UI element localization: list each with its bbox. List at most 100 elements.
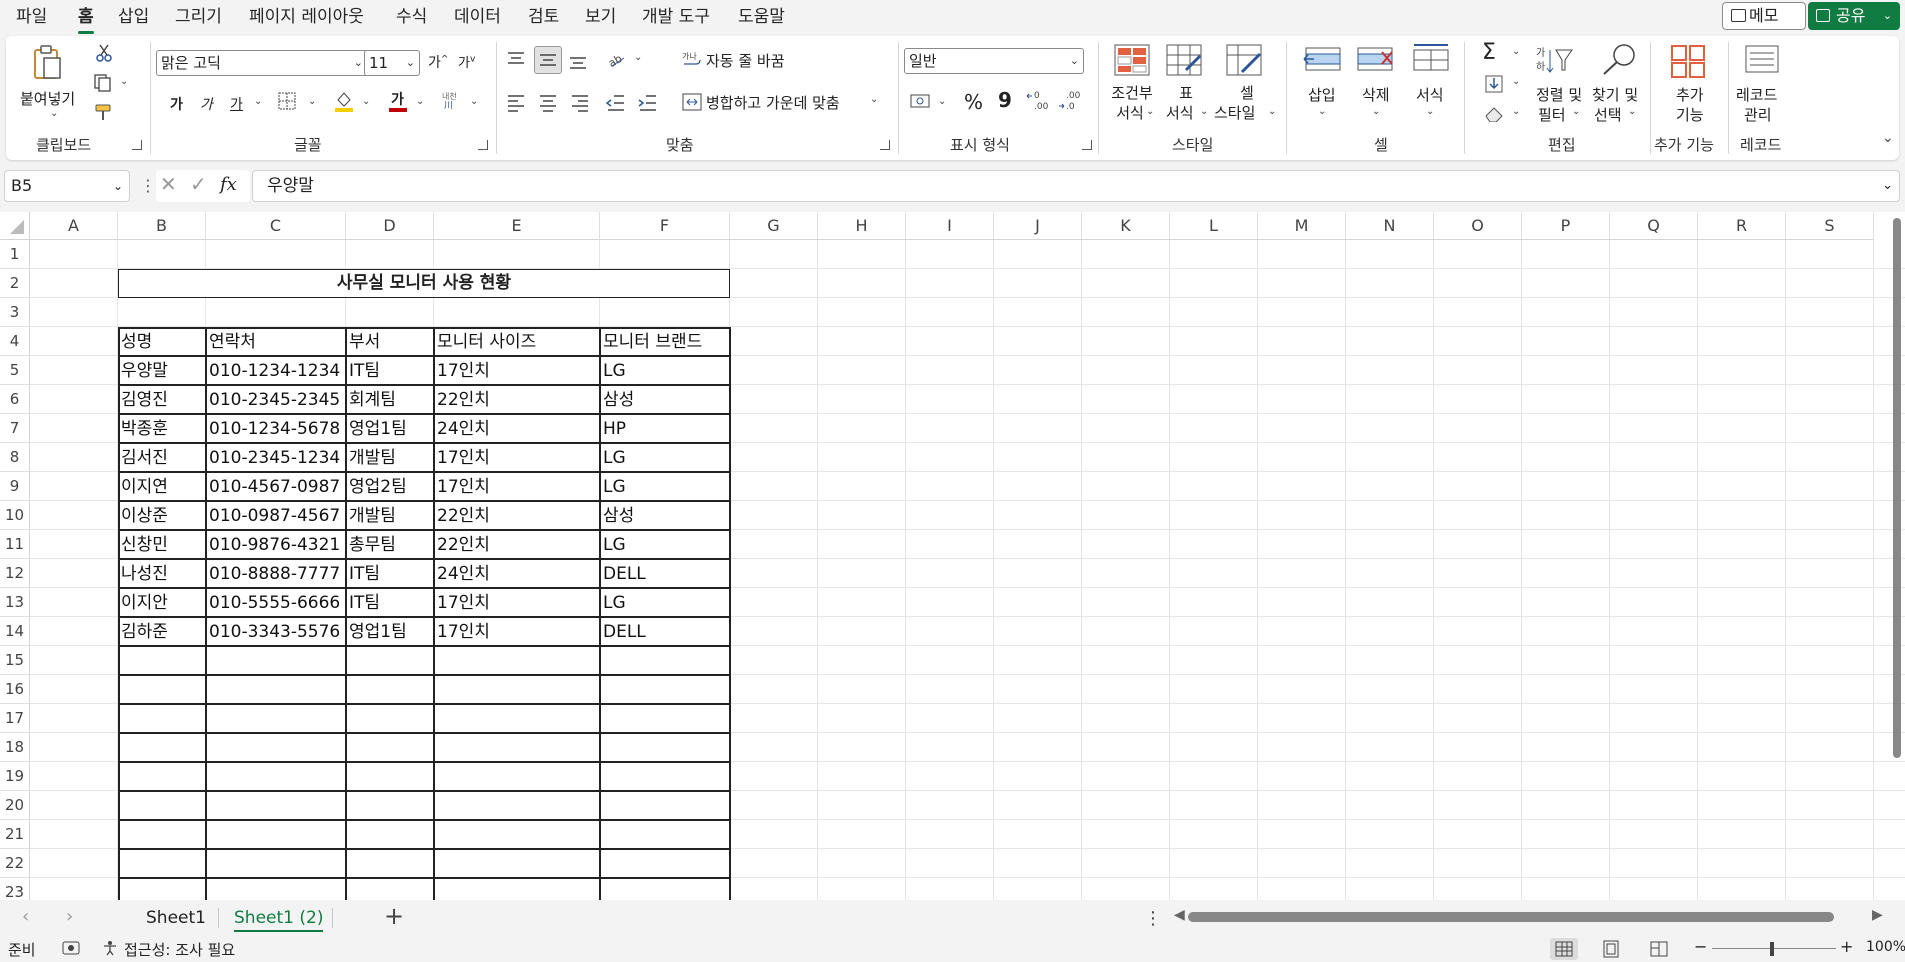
table-cell[interactable]: 김영진 — [118, 385, 206, 414]
cut-icon[interactable] — [96, 44, 112, 66]
table-cell[interactable]: 김서진 — [118, 443, 206, 472]
format-as-table-l1[interactable]: 표 — [1176, 82, 1196, 103]
select-all-corner[interactable] — [0, 212, 30, 240]
tab-draw[interactable]: 그리기 — [175, 6, 222, 30]
formula-input[interactable]: 우양말 ⌄ — [252, 170, 1900, 202]
table-cell[interactable]: 010-1234-1234 — [206, 356, 346, 385]
merge-center-button[interactable]: 병합하고 가운데 맞춤 — [706, 92, 840, 113]
sort-filter-icon[interactable]: 가하 — [1534, 44, 1574, 80]
table-cell[interactable]: 영업2팀 — [346, 472, 434, 501]
accessibility-icon[interactable] — [102, 940, 118, 960]
chevron-down-icon[interactable]: ⌄ — [1883, 2, 1892, 30]
column-header[interactable]: M — [1258, 212, 1346, 240]
zoom-slider-track[interactable] — [1712, 948, 1836, 949]
row-header[interactable]: 7 — [0, 414, 30, 443]
column-header[interactable]: P — [1522, 212, 1610, 240]
alignment-launcher-icon[interactable] — [880, 140, 890, 150]
more-icon[interactable]: ⋮ — [1144, 908, 1162, 929]
tab-formulas[interactable]: 수식 — [396, 6, 427, 30]
decrease-indent-icon[interactable] — [605, 94, 626, 116]
zoom-level[interactable]: 100% — [1866, 939, 1905, 955]
table-cell[interactable]: 회계팀 — [346, 385, 434, 414]
hscroll-left-icon[interactable]: ◀ — [1174, 907, 1185, 923]
vertical-scrollbar[interactable] — [1893, 218, 1901, 758]
tab-developer[interactable]: 개발 도구 — [642, 6, 710, 30]
clipboard-launcher-icon[interactable] — [132, 140, 142, 150]
sort-filter-l1[interactable]: 정렬 및 — [1536, 84, 1582, 105]
tab-home[interactable]: 홈 — [78, 6, 94, 34]
row-header[interactable]: 23 — [0, 878, 30, 900]
cancel-icon[interactable]: ✕ — [160, 172, 177, 196]
insert-function-icon[interactable]: fx — [220, 174, 237, 195]
row-header[interactable]: 19 — [0, 762, 30, 791]
chevron-down-icon[interactable]: ⌄ — [1318, 106, 1326, 117]
table-cell[interactable]: 우양말 — [118, 356, 206, 385]
column-header[interactable]: A — [30, 212, 118, 240]
row-header[interactable]: 12 — [0, 559, 30, 588]
row-header[interactable]: 4 — [0, 327, 30, 356]
align-middle-icon[interactable] — [534, 46, 562, 74]
table-cell[interactable]: 영업1팀 — [346, 617, 434, 646]
collapse-ribbon-icon[interactable]: ⌄ — [1882, 130, 1894, 146]
hscroll-right-icon[interactable]: ▶ — [1872, 907, 1883, 923]
form-l1[interactable]: 레코드 — [1736, 84, 1777, 105]
column-header[interactable]: H — [818, 212, 906, 240]
zoom-out-icon[interactable]: − — [1694, 937, 1707, 956]
table-header-cell[interactable]: 모니터 사이즈 — [434, 327, 600, 356]
chevron-down-icon[interactable]: ⌄ — [1426, 106, 1434, 117]
font-color-icon[interactable]: 가 — [388, 90, 408, 116]
find-select-l2[interactable]: 선택 — [1594, 104, 1622, 125]
row-header[interactable]: 15 — [0, 646, 30, 675]
orientation-icon[interactable]: ab — [606, 50, 628, 74]
row-header[interactable]: 2 — [0, 269, 30, 298]
table-cell[interactable]: 010-8888-7777 — [206, 559, 346, 588]
insert-cells-icon[interactable] — [1302, 44, 1342, 80]
autosum-icon[interactable]: Σ — [1482, 40, 1496, 65]
table-cell[interactable]: 010-5555-6666 — [206, 588, 346, 617]
format-cells-icon[interactable] — [1410, 42, 1450, 78]
wrap-text-button[interactable]: 자동 줄 바꿈 — [706, 50, 785, 71]
table-cell[interactable]: 24인치 — [434, 414, 600, 443]
enter-icon[interactable]: ✓ — [190, 172, 207, 196]
tab-data[interactable]: 데이터 — [454, 6, 501, 30]
row-header[interactable]: 22 — [0, 849, 30, 878]
share-button[interactable]: 공유 ⌄ — [1808, 2, 1900, 30]
increase-indent-icon[interactable] — [638, 94, 658, 116]
paste-button[interactable]: 붙여넣기 — [20, 88, 75, 109]
table-cell[interactable]: 010-9876-4321 — [206, 530, 346, 559]
chevron-down-icon[interactable]: ⌄ — [938, 96, 946, 107]
table-cell[interactable]: 22인치 — [434, 501, 600, 530]
table-cell[interactable]: 이상준 — [118, 501, 206, 530]
row-header[interactable]: 13 — [0, 588, 30, 617]
column-header[interactable]: I — [906, 212, 994, 240]
table-cell[interactable]: LG — [600, 530, 730, 559]
chevron-down-icon[interactable]: ⌄ — [1200, 106, 1208, 117]
insert-cells-button[interactable]: 삽입 — [1308, 84, 1336, 105]
format-painter-icon[interactable] — [94, 104, 112, 126]
table-cell[interactable]: 010-4567-0987 — [206, 472, 346, 501]
chevron-down-icon[interactable]: ⌄ — [120, 76, 128, 87]
merge-center-icon[interactable] — [682, 92, 702, 116]
row-header[interactable]: 18 — [0, 733, 30, 762]
sheet-title-cell[interactable]: 사무실 모니터 사용 현황 — [118, 269, 730, 298]
column-header[interactable]: N — [1346, 212, 1434, 240]
sheet-tab-2[interactable]: Sheet1 (2) — [224, 904, 333, 932]
row-header[interactable]: 20 — [0, 791, 30, 820]
table-cell[interactable]: 17인치 — [434, 472, 600, 501]
more-icon[interactable]: ⋮ — [140, 176, 156, 195]
delete-cells-button[interactable]: 삭제 — [1362, 84, 1390, 105]
tab-help[interactable]: 도움말 — [738, 6, 785, 30]
table-cell[interactable]: LG — [600, 356, 730, 385]
table-cell[interactable]: IT팀 — [346, 356, 434, 385]
find-select-icon[interactable] — [1600, 42, 1638, 80]
tab-review[interactable]: 검토 — [528, 6, 559, 30]
border-icon[interactable] — [278, 92, 296, 114]
format-cells-button[interactable]: 서식 — [1416, 84, 1444, 105]
chevron-down-icon[interactable]: ⌄ — [1512, 46, 1520, 57]
row-header[interactable]: 3 — [0, 298, 30, 327]
table-cell[interactable]: DELL — [600, 559, 730, 588]
table-cell[interactable]: 박종훈 — [118, 414, 206, 443]
fill-color-icon[interactable] — [334, 90, 354, 116]
chevron-down-icon[interactable]: ⌄ — [254, 96, 262, 107]
table-cell[interactable]: 17인치 — [434, 443, 600, 472]
